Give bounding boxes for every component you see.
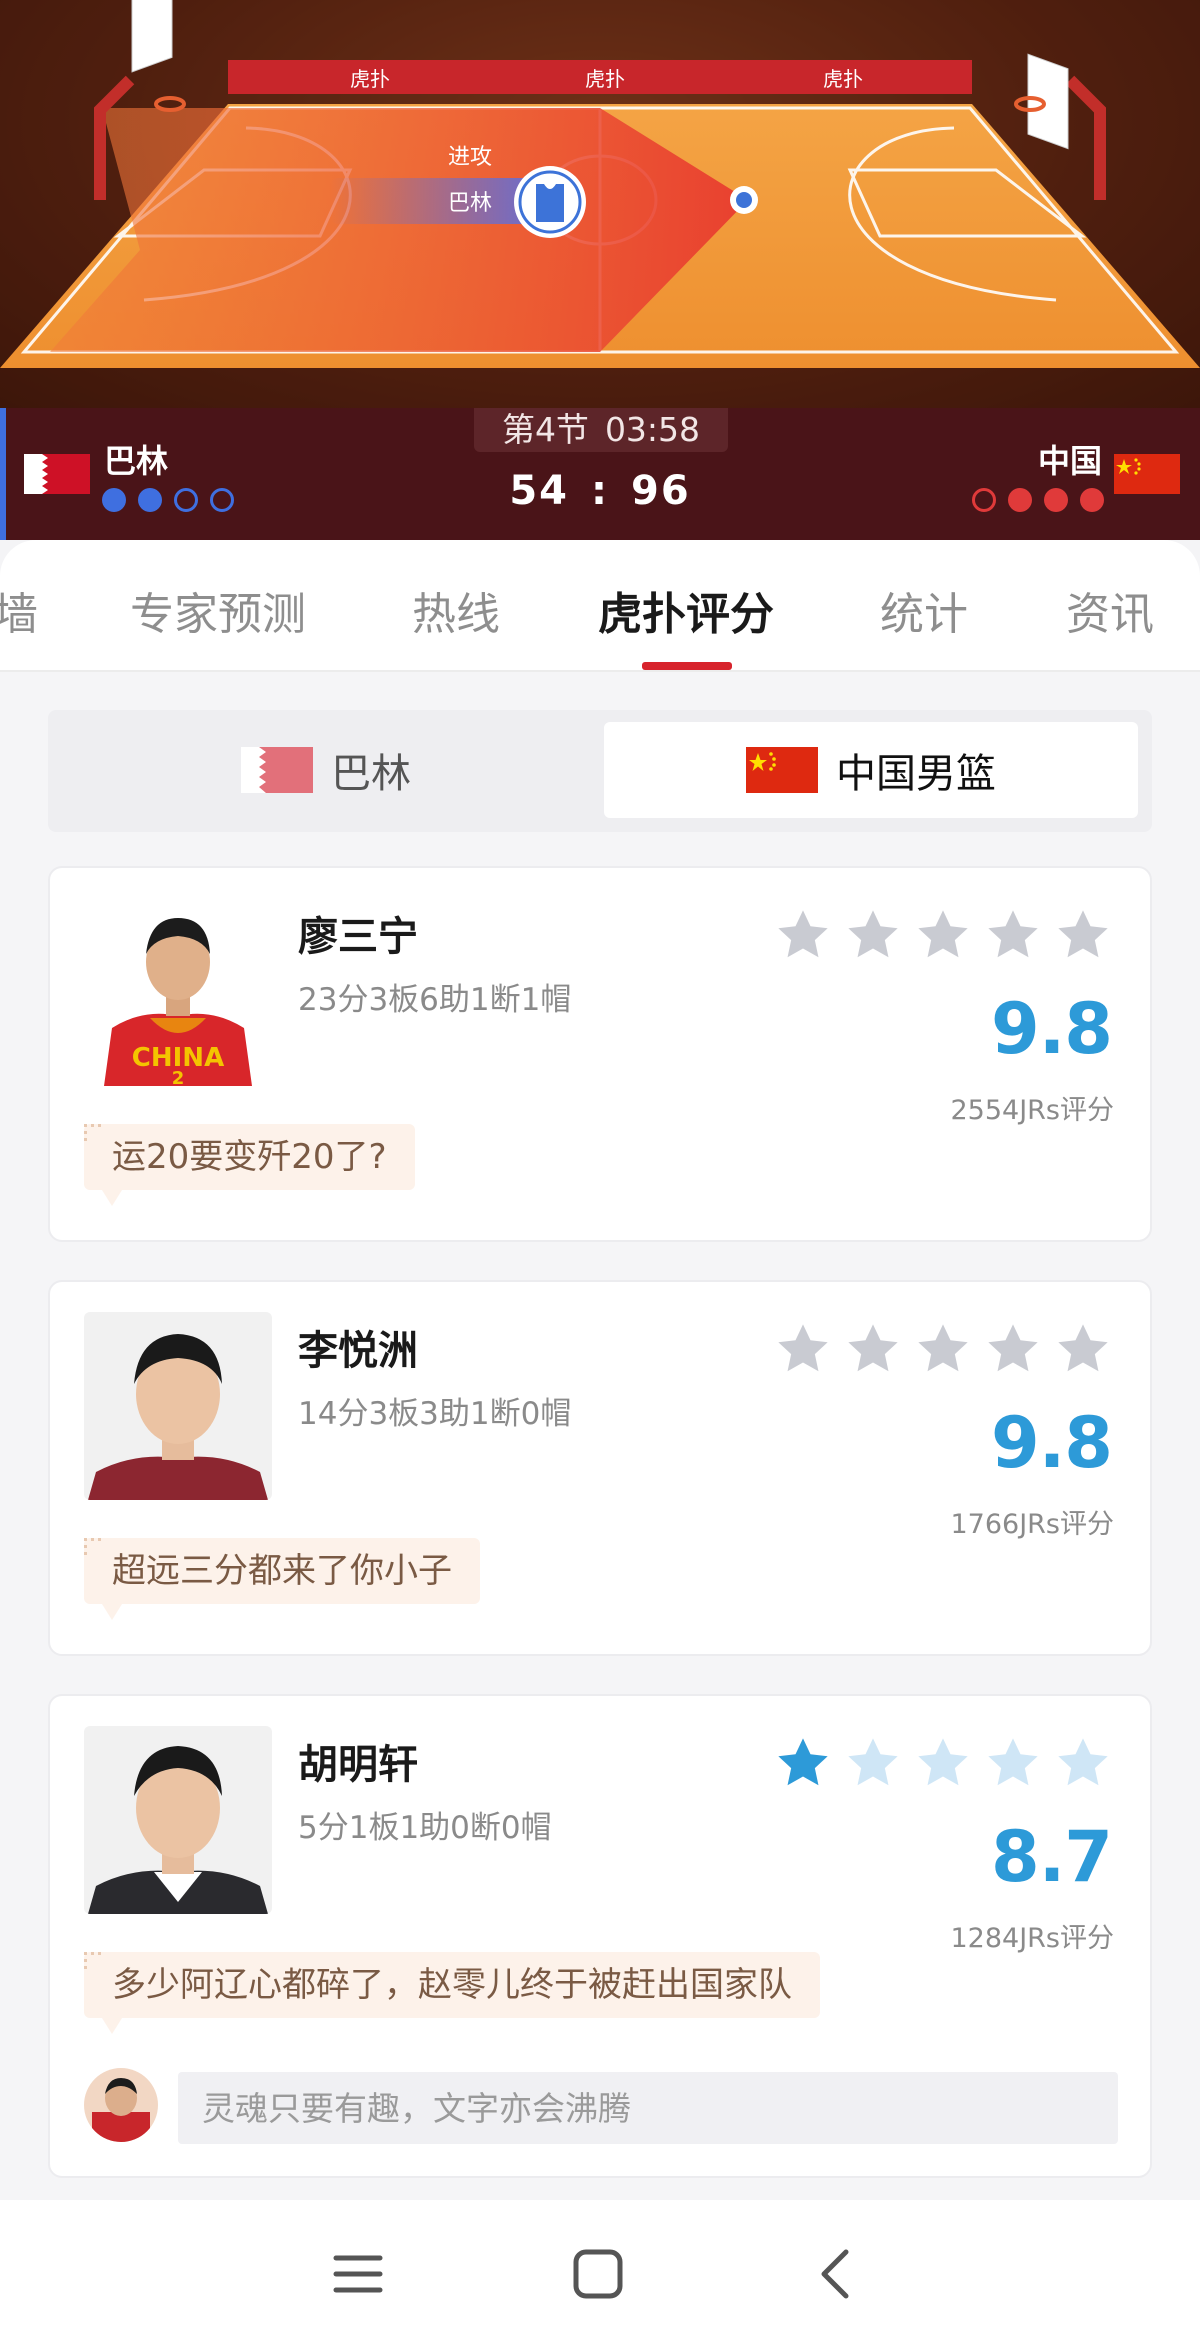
timeout-dot — [1080, 488, 1104, 512]
home-timeouts — [102, 488, 234, 512]
timeout-dot — [102, 488, 126, 512]
tab-hotline[interactable]: 热线 — [412, 578, 500, 642]
team-switch: 巴林 中国男篮 — [48, 710, 1152, 832]
court-graphic: 虎扑 虎扑 虎扑 进攻 巴林 — [0, 0, 1200, 408]
player-rating: 9.8 — [990, 1402, 1113, 1484]
jersey-number: 2 — [172, 1068, 185, 1086]
vote-count: 1284JRs评分 — [950, 1923, 1114, 1954]
back-chevron-icon[interactable] — [804, 2242, 868, 2306]
bahrain-flag-icon — [241, 747, 313, 793]
player-rating: 9.8 — [990, 988, 1113, 1070]
team-option-china[interactable]: 中国男篮 — [604, 722, 1138, 818]
timeout-dot — [1044, 488, 1068, 512]
rating-content: 巴林 中国男篮 CHINA 2 廖三宁 23分3板6助1断1帽 9.8 2554… — [0, 672, 1200, 2200]
player-stats: 14分3板3助1断0帽 — [298, 1396, 572, 1432]
player-rating: 8.7 — [990, 1816, 1113, 1898]
active-tab-indicator — [642, 662, 732, 670]
player-stats: 23分3板6助1断1帽 — [298, 982, 572, 1018]
star-empty-icon[interactable] — [984, 1734, 1042, 1792]
tab-bar: 墙 专家预测 热线 虎扑评分 统计 资讯 — [0, 540, 1200, 672]
star-rating[interactable] — [774, 1734, 1112, 1792]
star-empty-icon[interactable] — [774, 1320, 832, 1378]
top-comment[interactable]: 超远三分都来了你小子 — [84, 1538, 480, 1620]
player-name: 李悦洲 — [298, 1328, 418, 1374]
period-label: 第4节 — [501, 410, 589, 449]
top-comment[interactable]: 运20要变歼20了? — [84, 1124, 415, 1206]
game-clock: 第4节 03:58 — [474, 408, 728, 452]
banner-logo-1: 虎扑 — [350, 67, 390, 91]
timeout-dot — [138, 488, 162, 512]
top-comment[interactable]: 多少阿辽心都碎了，赵零儿终于被赶出国家队 — [84, 1952, 820, 2034]
possession-team: 巴林 — [448, 191, 492, 216]
team-option-label: 巴林 — [331, 751, 411, 797]
player-avatar — [84, 1312, 272, 1500]
timeout-dot — [174, 488, 198, 512]
star-empty-icon[interactable] — [774, 906, 832, 964]
player-card[interactable]: 胡明轩 5分1板1助0断0帽 8.7 1284JRs评分 多少阿辽心都碎了，赵零… — [48, 1694, 1152, 2178]
star-empty-icon[interactable] — [844, 906, 902, 964]
score-display: 54:96 — [480, 468, 720, 514]
away-score: 96 — [631, 468, 691, 514]
china-flag-icon — [1114, 454, 1180, 494]
scoreboard: 第4节 03:58 巴林 54:96 中国 — [0, 408, 1200, 540]
reply-row — [84, 2068, 1120, 2144]
star-rating[interactable] — [774, 1320, 1112, 1378]
tab-hupu-rating[interactable]: 虎扑评分 — [598, 578, 774, 642]
star-empty-icon[interactable] — [1054, 1320, 1112, 1378]
vote-count: 1766JRs评分 — [950, 1509, 1114, 1540]
player-avatar: CHINA 2 — [84, 898, 272, 1086]
timeout-dot — [210, 488, 234, 512]
home-accent-bar — [0, 408, 6, 540]
away-timeouts — [972, 488, 1104, 512]
star-empty-icon[interactable] — [844, 1734, 902, 1792]
home-team-name: 巴林 — [104, 442, 169, 480]
star-empty-icon[interactable] — [984, 1320, 1042, 1378]
tab-statistics[interactable]: 统计 — [880, 578, 968, 642]
star-empty-icon[interactable] — [984, 906, 1042, 964]
vote-count: 2554JRs评分 — [950, 1095, 1114, 1126]
star-empty-icon[interactable] — [914, 1734, 972, 1792]
court-visualization: 虎扑 虎扑 虎扑 进攻 巴林 — [0, 0, 1200, 408]
home-score: 54 — [509, 468, 569, 514]
clock-label: 03:58 — [604, 410, 701, 449]
star-empty-icon[interactable] — [844, 1320, 902, 1378]
user-avatar[interactable] — [84, 2068, 158, 2142]
system-nav-bar — [0, 2200, 1200, 2344]
banner-logo-2: 虎扑 — [585, 67, 625, 91]
score-separator: : — [591, 468, 609, 514]
star-empty-icon[interactable] — [914, 906, 972, 964]
jersey-icon — [514, 166, 586, 238]
player-name: 胡明轩 — [298, 1742, 418, 1788]
star-empty-icon[interactable] — [1054, 906, 1112, 964]
player-name: 廖三宁 — [298, 914, 418, 960]
player-card[interactable]: 李悦洲 14分3板3助1断0帽 9.8 1766JRs评分 超远三分都来了你小子 — [48, 1280, 1152, 1656]
bahrain-flag-icon — [24, 454, 90, 494]
possession-label: 进攻 — [448, 145, 492, 170]
star-filled-icon[interactable] — [774, 1734, 832, 1792]
player-stats: 5分1板1助0断0帽 — [298, 1810, 552, 1846]
comment-input[interactable] — [178, 2072, 1118, 2144]
star-empty-icon[interactable] — [1054, 1734, 1112, 1792]
timeout-dot — [972, 488, 996, 512]
china-flag-icon — [746, 747, 818, 793]
menu-icon[interactable] — [326, 2242, 390, 2306]
timeout-dot — [1008, 488, 1032, 512]
player-avatar — [84, 1726, 272, 1914]
team-option-label: 中国男篮 — [836, 751, 996, 797]
player-card[interactable]: CHINA 2 廖三宁 23分3板6助1断1帽 9.8 2554JRs评分 运2… — [48, 866, 1152, 1242]
star-empty-icon[interactable] — [914, 1320, 972, 1378]
away-team-name: 中国 — [1037, 442, 1102, 480]
home-square-icon[interactable] — [566, 2242, 630, 2306]
team-option-bahrain[interactable]: 巴林 — [48, 722, 604, 818]
banner-logo-3: 虎扑 — [823, 67, 863, 91]
star-rating[interactable] — [774, 906, 1112, 964]
tab-wall[interactable]: 墙 — [0, 578, 38, 642]
tab-expert-prediction[interactable]: 专家预测 — [130, 578, 306, 642]
tab-news[interactable]: 资讯 — [1066, 578, 1154, 642]
